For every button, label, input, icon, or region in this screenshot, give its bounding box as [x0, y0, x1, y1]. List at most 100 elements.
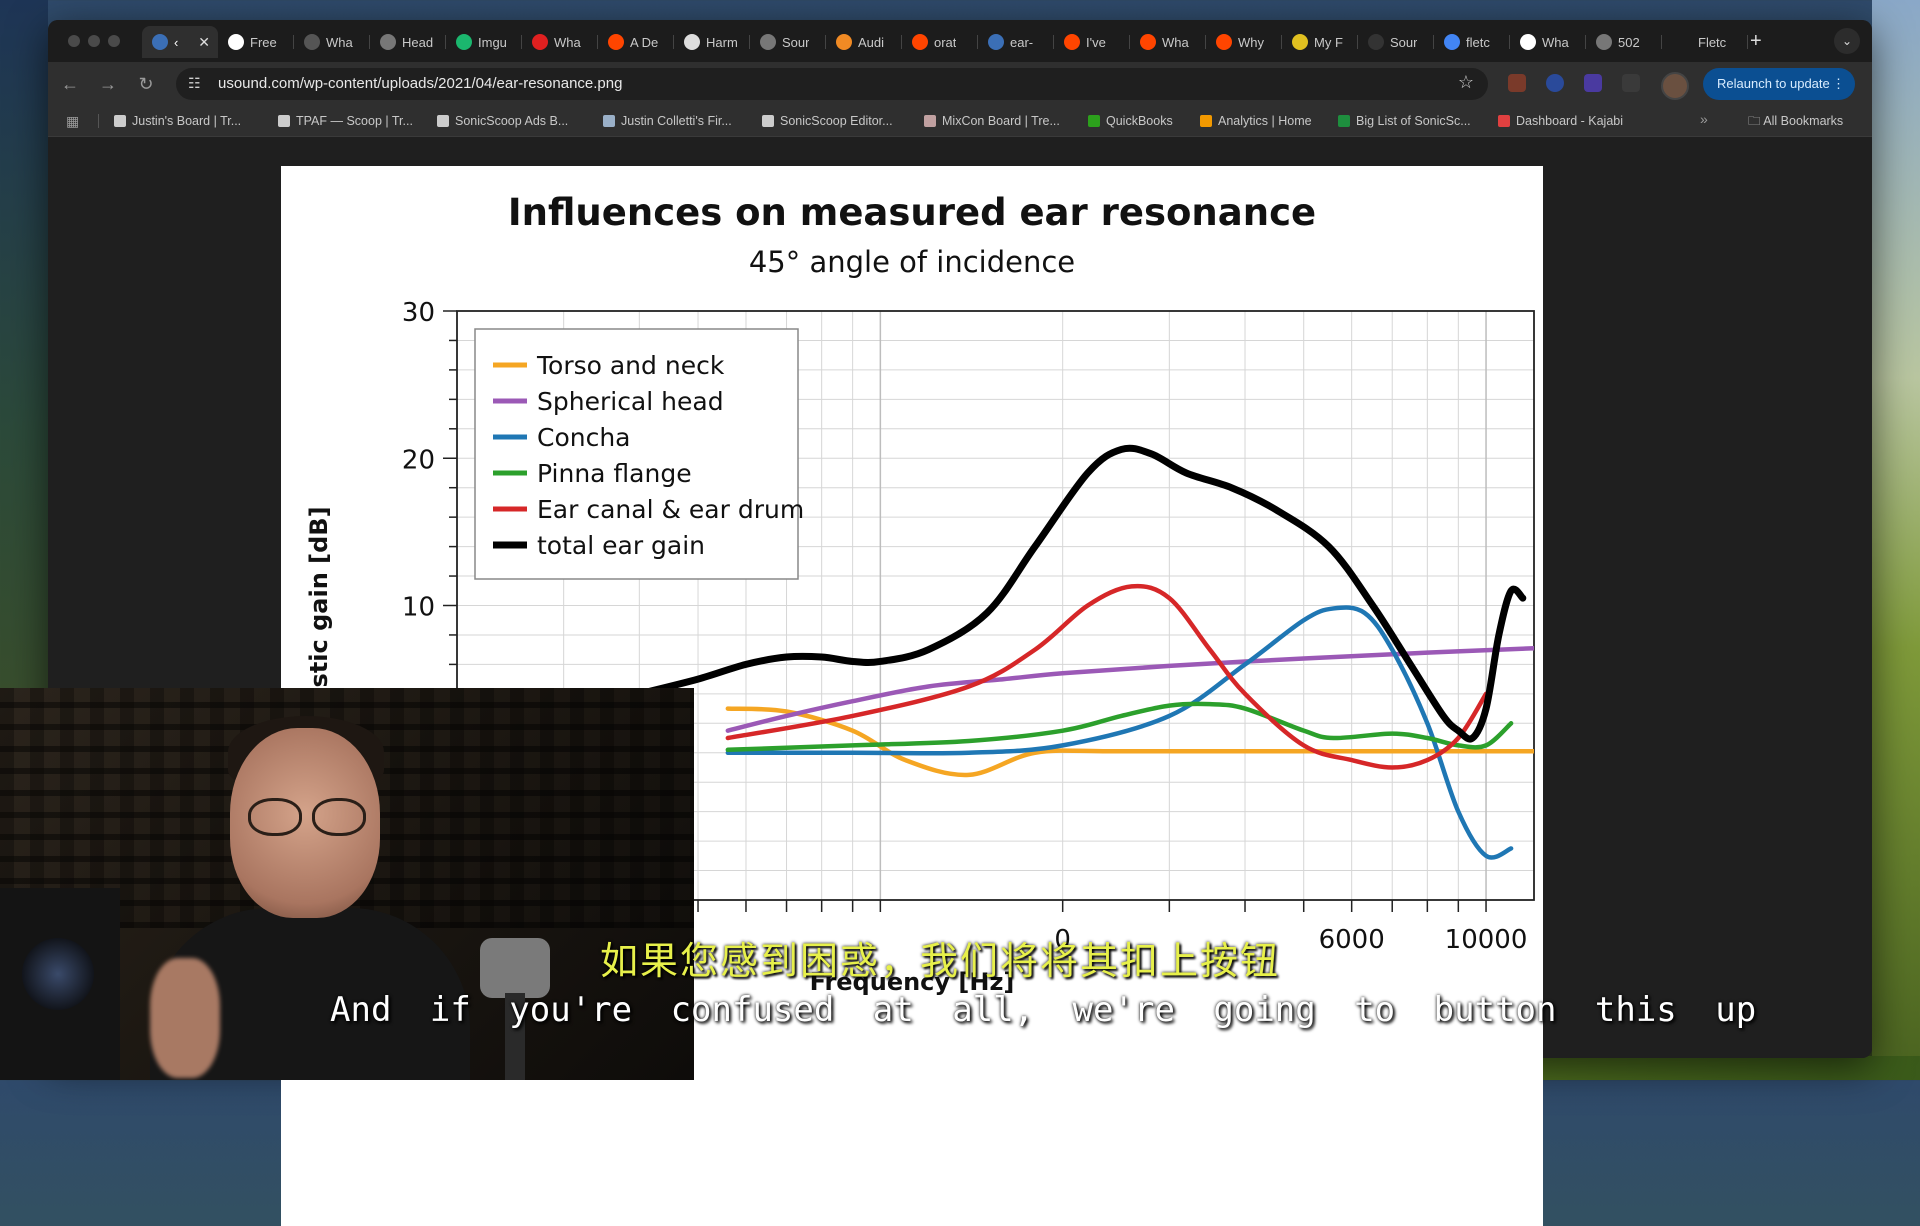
browser-tab[interactable]: Why [1206, 26, 1282, 58]
extension-icon[interactable] [1584, 74, 1602, 92]
divider [98, 114, 99, 128]
browser-tab[interactable]: I've [1054, 26, 1130, 58]
all-bookmarks-folder[interactable]: 🗀 All Bookmarks [1748, 106, 1843, 136]
forward-button[interactable]: → [96, 72, 120, 96]
microphone [480, 938, 550, 998]
browser-toolbar: ← → ↻ ☷ usound.com/wp-content/uploads/20… [48, 62, 1872, 106]
bookmark-item[interactable]: TPAF — Scoop | Tr... [278, 106, 413, 136]
all-bookmarks-label: All Bookmarks [1763, 114, 1844, 128]
bookmark-label: QuickBooks [1106, 114, 1173, 128]
legend-label: Spherical head [537, 387, 724, 416]
bookmark-item[interactable]: Big List of SonicSc... [1338, 106, 1471, 136]
extension-icon[interactable] [1508, 74, 1526, 92]
tab-title: Imgu [478, 34, 507, 50]
browser-tab[interactable]: Sour [750, 26, 826, 58]
bookmark-item[interactable]: SonicScoop Editor... [762, 106, 893, 136]
extension-icon[interactable] [1546, 74, 1564, 92]
legend-label: Pinna flange [537, 459, 692, 488]
bookmark-label: Justin's Board | Tr... [132, 114, 242, 128]
browser-tab[interactable]: Free [218, 26, 294, 58]
bookmark-favicon-icon [278, 115, 290, 127]
relaunch-to-update-button[interactable]: Relaunch to update ⋮ [1703, 68, 1855, 100]
bookmark-label: MixCon Board | Tre... [942, 114, 1060, 128]
shield-icon [1292, 34, 1308, 50]
browser-tab[interactable]: fletc [1434, 26, 1510, 58]
studio-monitor-speaker [0, 888, 120, 1080]
tab-title: I've [1086, 34, 1106, 50]
bookmark-label: SonicScoop Editor... [780, 114, 893, 128]
close-tab-icon[interactable]: ✕ [198, 34, 210, 51]
reddit-icon [912, 34, 928, 50]
tab-title: Free [250, 34, 277, 50]
chart-subtitle: 45° angle of incidence [749, 245, 1075, 279]
browser-tab[interactable]: ‹ ✕ [142, 26, 218, 58]
site-info-icon[interactable]: ☷ [188, 75, 206, 93]
extension-icon[interactable] [1622, 74, 1640, 92]
browser-tab[interactable]: Imgu [446, 26, 522, 58]
chart-title: Influences on measured ear resonance [508, 191, 1316, 234]
y-tick-label: 20 [402, 445, 435, 475]
reddit-icon [608, 34, 624, 50]
reload-button[interactable]: ↻ [134, 72, 158, 96]
legend-label: Torso and neck [536, 351, 725, 380]
address-bar[interactable]: ☷ usound.com/wp-content/uploads/2021/04/… [176, 68, 1488, 100]
browser-tab[interactable]: Harm [674, 26, 750, 58]
browser-tab[interactable]: Wha [294, 26, 370, 58]
browser-tab[interactable]: Audi [826, 26, 902, 58]
bookmark-item[interactable]: SonicScoop Ads B... [437, 106, 568, 136]
wordpress-icon [152, 34, 168, 50]
back-button[interactable]: ← [58, 72, 82, 96]
desktop-wallpaper-right [1872, 0, 1920, 1080]
legend-label: Ear canal & ear drum [537, 495, 804, 524]
bookmark-item[interactable]: Analytics | Home [1200, 106, 1312, 136]
bookmark-label: Big List of SonicSc... [1356, 114, 1471, 128]
browser-tab[interactable]: Wha [522, 26, 598, 58]
bookmark-label: Justin Colletti's Fir... [621, 114, 732, 128]
bookmark-favicon-icon [1338, 115, 1350, 127]
window-controls [68, 35, 120, 47]
bookmark-favicon-icon [1200, 115, 1212, 127]
browser-tab[interactable]: 502 [1586, 26, 1662, 58]
browser-tab[interactable]: Head [370, 26, 446, 58]
bookmark-item[interactable]: Justin's Board | Tr... [114, 106, 241, 136]
minimize-window-button[interactable] [88, 35, 100, 47]
reddit-icon [1140, 34, 1156, 50]
tab-title: ‹ [174, 34, 179, 50]
tab-title: Wha [1542, 34, 1569, 50]
tab-title: Fletc [1698, 34, 1727, 50]
b-logo-icon [836, 34, 852, 50]
tab-title: fletc [1466, 34, 1490, 50]
browser-tab[interactable]: Wha [1510, 26, 1586, 58]
browser-tab[interactable]: Sour [1358, 26, 1434, 58]
browser-tab[interactable]: orat [902, 26, 978, 58]
bookmark-star-icon[interactable]: ☆ [1458, 72, 1474, 93]
browser-tab[interactable]: Wha [1130, 26, 1206, 58]
more-bookmarks-icon[interactable]: » [1700, 111, 1708, 127]
browser-tab[interactable]: ear- [978, 26, 1054, 58]
bookmark-item[interactable]: Justin Colletti's Fir... [603, 106, 732, 136]
browser-tab[interactable]: Fletc [1688, 26, 1748, 58]
bookmark-item[interactable]: QuickBooks [1088, 106, 1173, 136]
presenter-glasses [248, 798, 368, 836]
browser-tab[interactable]: A De [598, 26, 674, 58]
bookmarks-bar: ▦ Justin's Board | Tr... TPAF — Scoop | T… [48, 106, 1872, 137]
y-axis-label: ustic gain [dB] [305, 506, 333, 704]
bookmark-item[interactable]: Dashboard - Kajabi [1498, 106, 1623, 136]
apps-grid-icon[interactable]: ▦ [66, 113, 79, 130]
profile-avatar[interactable] [1661, 72, 1689, 100]
subtitle-english: And if you're confused at all, we're goi… [330, 990, 1757, 1030]
gear-icon [1368, 34, 1384, 50]
bookmark-item[interactable]: MixCon Board | Tre... [924, 106, 1060, 136]
tab-title: A De [630, 34, 659, 50]
browser-tab[interactable]: My F [1282, 26, 1358, 58]
tab-search-button[interactable]: ⌄ [1834, 28, 1860, 54]
new-tab-button[interactable]: + [1750, 30, 1762, 53]
subtitle-chinese: 如果您感到困惑，我们将将其扣上按钮 [600, 939, 1281, 983]
google-icon [1444, 34, 1460, 50]
tab-title: Sour [782, 34, 810, 50]
r-logo-icon [228, 34, 244, 50]
more-menu-icon[interactable]: ⋮ [1832, 68, 1845, 100]
close-window-button[interactable] [68, 35, 80, 47]
relaunch-label: Relaunch to update [1717, 76, 1830, 91]
maximize-window-button[interactable] [108, 35, 120, 47]
